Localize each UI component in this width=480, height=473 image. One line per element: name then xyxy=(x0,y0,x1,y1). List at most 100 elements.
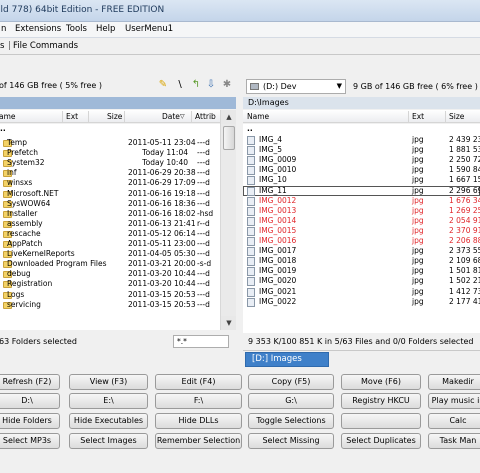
scroll-down-icon[interactable]: ▼ xyxy=(221,316,237,330)
list-item[interactable]: .. xyxy=(0,124,220,134)
list-item[interactable]: IMG_0017 jpg 2 373 55 xyxy=(243,246,480,257)
scroll-thumb[interactable] xyxy=(223,126,235,150)
makedir-button[interactable]: Makedir xyxy=(428,374,480,390)
list-item[interactable]: assembly 2011-06-13 21:41 r--d xyxy=(0,219,220,229)
col-name[interactable]: ame xyxy=(0,112,16,121)
item-date: 2011-06-13 21:41 xyxy=(128,218,196,228)
col-size[interactable]: Size xyxy=(449,112,464,121)
bookmark-icon[interactable]: ✎ xyxy=(157,79,169,91)
registry-hkcu-button[interactable]: Registry HKCU xyxy=(341,393,421,409)
list-item[interactable]: IMG_0009 jpg 2 250 72 xyxy=(243,155,480,166)
list-item-focused[interactable]: IMG_11 jpg 2 296 69 xyxy=(243,185,480,196)
edit-button[interactable]: Edit (F4) xyxy=(155,374,242,390)
left-file-list[interactable]: .. Temp 2011-05-11 23:04 ---d Prefetch Toda… xyxy=(0,124,220,330)
list-item[interactable]: SysWOW64 2011-06-16 18:36 ---d xyxy=(0,199,220,209)
list-item-selected[interactable]: IMG_0013 jpg 1 269 25 xyxy=(243,206,480,216)
menu-file[interactable]: n xyxy=(1,24,6,34)
list-item[interactable]: winsxs 2011-06-29 17:09 ---d xyxy=(0,178,220,188)
menu-usermenu1[interactable]: UserMenu1 xyxy=(125,24,173,34)
list-item[interactable]: IMG_10 jpg 1 667 15 xyxy=(243,175,480,186)
options-icon[interactable]: ✱ xyxy=(221,79,233,91)
image-file-icon xyxy=(247,206,255,216)
list-item[interactable]: servicing 2011-03-15 20:53 ---d xyxy=(0,300,220,310)
list-item-selected[interactable]: IMG_0012 jpg 1 676 34 xyxy=(243,196,480,206)
list-item[interactable]: Registration 2011-03-20 10:44 ---d xyxy=(0,279,220,289)
list-item[interactable]: IMG_5 jpg 1 881 53 xyxy=(243,145,480,156)
panel-splitter[interactable] xyxy=(236,76,243,368)
select-missing-button[interactable]: Select Missing xyxy=(248,433,334,449)
item-size: 2 373 55 xyxy=(449,246,480,256)
list-item[interactable]: Temp 2011-05-11 23:04 ---d xyxy=(0,138,220,148)
copy-button[interactable]: Copy (F5) xyxy=(248,374,334,390)
list-item-selected[interactable]: IMG_0016 jpg 2 206 88 xyxy=(243,236,480,246)
refresh-button[interactable]: Refresh (F2) xyxy=(0,374,60,390)
item-attrib: ---d xyxy=(197,178,210,188)
list-item[interactable]: Installer 2011-06-16 18:02 -hsd xyxy=(0,209,220,219)
scroll-up-icon[interactable]: ▲ xyxy=(221,110,237,124)
toggle-selections-button[interactable]: Toggle Selections xyxy=(248,413,334,429)
item-size: 1 590 84 xyxy=(449,165,480,175)
view-button[interactable]: View (F3) xyxy=(69,374,148,390)
menu-tools[interactable]: Tools xyxy=(66,24,87,34)
tab-commands[interactable]: s xyxy=(0,41,4,51)
refresh-icon[interactable]: ⇩ xyxy=(205,79,217,91)
col-attrib[interactable]: Attrib xyxy=(195,112,216,121)
tab-images[interactable]: [D:] Images xyxy=(245,352,329,367)
filter-input[interactable]: *.* xyxy=(173,335,229,348)
list-item-selected[interactable]: IMG_0014 jpg 2 054 91 xyxy=(243,216,480,226)
image-file-icon xyxy=(247,146,255,156)
menu-extensions[interactable]: Extensions xyxy=(15,24,61,34)
select-mp3s-button[interactable]: Select MP3s xyxy=(0,433,60,449)
col-date[interactable]: Date xyxy=(162,112,180,121)
list-item[interactable]: debug 2011-03-20 10:44 ---d xyxy=(0,269,220,279)
drive-f-button[interactable]: F:\ xyxy=(155,393,242,409)
drive-select[interactable]: (D:) Dev ▼ xyxy=(246,79,346,94)
list-item[interactable]: Prefetch Today 11:04 ---d xyxy=(0,148,220,158)
list-item[interactable]: rescache 2011-05-12 06:14 ---d xyxy=(0,229,220,239)
drive-g-button[interactable]: G:\ xyxy=(248,393,334,409)
right-file-list[interactable]: .. IMG_4 jpg 2 439 23 IMG_5 jpg 1 881 53 IMG… xyxy=(243,124,480,333)
list-item[interactable]: System32 Today 10:40 ---d xyxy=(0,158,220,168)
select-duplicates-button[interactable]: Select Duplicates xyxy=(341,433,421,449)
hide-dlls-button[interactable]: Hide DLLs xyxy=(155,413,242,429)
drive-e-button[interactable]: E:\ xyxy=(69,393,148,409)
list-item[interactable]: IMG_0019 jpg 1 501 81 xyxy=(243,266,480,277)
list-item[interactable]: IMG_4 jpg 2 439 23 xyxy=(243,135,480,145)
hide-folders-button[interactable]: Hide Folders xyxy=(0,413,60,429)
item-name: Prefetch xyxy=(7,148,38,158)
list-item[interactable]: IMG_0020 jpg 1 502 21 xyxy=(243,276,480,287)
tab-file-commands[interactable]: File Commands xyxy=(13,41,78,51)
parent-folder-icon[interactable]: ↰ xyxy=(190,79,202,91)
menu-help[interactable]: Help xyxy=(96,24,115,34)
chevron-down-icon[interactable]: ▼ xyxy=(337,82,342,90)
root-icon[interactable]: \ xyxy=(174,79,186,91)
list-item[interactable]: IMG_0022 jpg 2 177 41 xyxy=(243,297,480,307)
move-button[interactable]: Move (F6) xyxy=(341,374,421,390)
item-ext: jpg xyxy=(412,165,424,175)
list-item[interactable]: IMG_0018 jpg 2 109 68 xyxy=(243,256,480,267)
col-size[interactable]: Size xyxy=(107,112,122,121)
list-item[interactable]: inf 2011-06-29 20:38 ---d xyxy=(0,168,220,178)
left-scrollbar[interactable]: ▲ ▼ xyxy=(220,110,237,330)
empty-button[interactable] xyxy=(341,413,421,429)
list-item[interactable]: Downloaded Program Files 2011-03-21 20:00… xyxy=(0,259,220,269)
item-ext: jpg xyxy=(412,195,424,205)
list-item[interactable]: Microsoft.NET 2011-06-16 19:18 ---d xyxy=(0,189,220,199)
list-item[interactable]: .. xyxy=(243,124,480,134)
col-ext[interactable]: Ext xyxy=(66,112,78,121)
col-ext[interactable]: Ext xyxy=(412,112,424,121)
play-music-button[interactable]: Play music in xyxy=(428,393,480,409)
list-item[interactable]: AppPatch 2011-05-11 23:00 ---d xyxy=(0,239,220,249)
list-item-selected[interactable]: IMG_0015 jpg 2 370 91 xyxy=(243,226,480,236)
calc-button[interactable]: Calc xyxy=(428,413,480,429)
list-item[interactable]: Logs 2011-03-15 20:53 ---d xyxy=(0,290,220,300)
task-manager-button[interactable]: Task Man xyxy=(428,433,480,449)
col-name[interactable]: Name xyxy=(247,112,269,121)
list-item[interactable]: IMG_0021 jpg 1 412 73 xyxy=(243,287,480,297)
select-images-button[interactable]: Select Images xyxy=(69,433,148,449)
drive-d-button[interactable]: D:\ xyxy=(0,393,60,409)
list-item[interactable]: LiveKernelReports 2011-04-05 05:30 ---d xyxy=(0,249,220,259)
list-item[interactable]: IMG_0010 jpg 1 590 84 xyxy=(243,165,480,176)
remember-selection-button[interactable]: Remember Selection xyxy=(155,433,242,449)
hide-executables-button[interactable]: Hide Executables xyxy=(69,413,148,429)
